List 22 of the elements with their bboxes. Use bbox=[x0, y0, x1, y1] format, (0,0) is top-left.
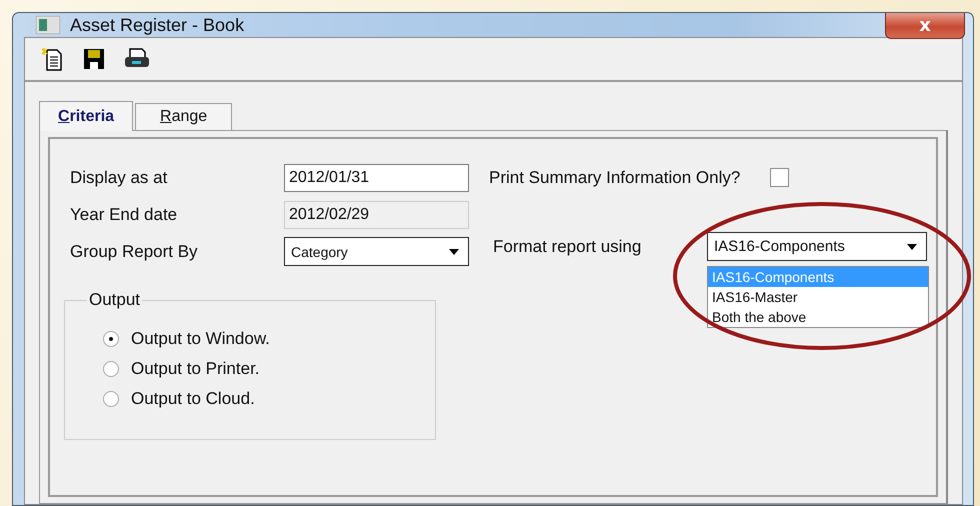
window-title: Asset Register - Book bbox=[70, 14, 244, 36]
field-label: Display as at bbox=[70, 168, 168, 188]
close-button[interactable]: x bbox=[885, 13, 965, 39]
radio-option[interactable]: Output to Cloud. bbox=[103, 389, 435, 409]
dropdown[interactable]: Category bbox=[284, 237, 469, 266]
checkbox[interactable] bbox=[770, 168, 790, 187]
dropdown[interactable]: IAS16-Components bbox=[707, 232, 927, 261]
app-icon bbox=[36, 16, 60, 34]
field-label: Year End date bbox=[70, 204, 178, 224]
save-icon[interactable] bbox=[83, 48, 105, 70]
caret-icon bbox=[906, 242, 918, 250]
group-title: Output bbox=[87, 290, 142, 310]
radio-option[interactable]: Output to Printer. bbox=[103, 359, 435, 379]
field-label: Group Report By bbox=[70, 242, 199, 262]
field-label: Format report using bbox=[492, 236, 642, 256]
tab[interactable]: Criteria bbox=[39, 101, 134, 131]
radio-option[interactable]: Output to Window. bbox=[103, 329, 435, 349]
tab[interactable]: Range bbox=[135, 103, 232, 130]
checkbox-label: Print Summary Information Only? bbox=[489, 168, 740, 188]
new-document-icon[interactable] bbox=[39, 47, 65, 71]
caret-icon bbox=[448, 248, 460, 256]
date-field[interactable]: 2012/01/31 bbox=[284, 164, 469, 192]
